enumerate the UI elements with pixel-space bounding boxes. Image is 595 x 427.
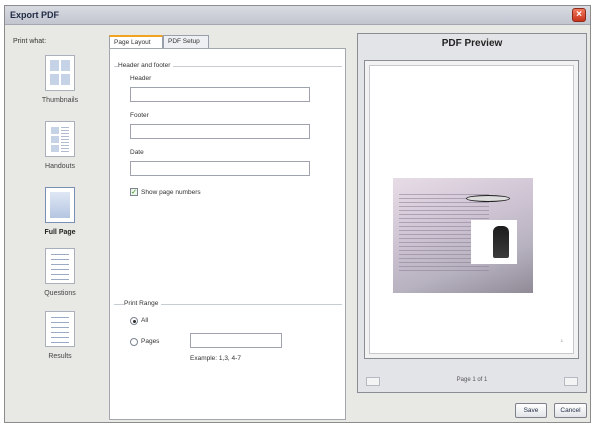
print-all-radio[interactable] (130, 317, 138, 325)
preview-page: 1 (369, 65, 574, 354)
print-option-thumbnails[interactable]: Thumbnails (25, 55, 95, 104)
header-input[interactable] (130, 87, 310, 102)
tab-label: Page Layout (114, 39, 151, 46)
tab-pdf-setup[interactable]: PDF Setup (163, 35, 209, 49)
questions-icon (45, 248, 75, 284)
handouts-icon (45, 121, 75, 157)
print-all-label: All (141, 317, 149, 324)
pages-input[interactable] (190, 333, 282, 348)
results-icon (45, 311, 75, 347)
thumbnails-icon (45, 55, 75, 91)
header-footer-group-title: Header and footer (118, 62, 174, 69)
pdf-preview-panel: PDF Preview 1 Page 1 of 1 (357, 33, 587, 393)
print-option-handouts[interactable]: Handouts (25, 121, 95, 170)
slide-callout-shape (466, 195, 510, 202)
print-option-questions[interactable]: Questions (25, 248, 95, 297)
tab-label: PDF Setup (168, 38, 200, 45)
print-what-label: Print what: (13, 38, 47, 45)
date-input[interactable] (130, 161, 310, 176)
close-button[interactable]: × (572, 8, 586, 22)
print-option-label: Handouts (45, 163, 75, 170)
window-title: Export PDF (10, 10, 60, 20)
title-bar: Export PDF × (5, 6, 590, 25)
cancel-button[interactable]: Cancel (554, 403, 587, 418)
print-option-label: Results (48, 353, 72, 360)
full-page-icon (45, 187, 75, 223)
footer-input[interactable] (130, 124, 310, 139)
preview-page-area: 1 (364, 60, 579, 359)
slide-picture (471, 220, 517, 264)
preview-page-number: 1 (560, 338, 563, 343)
preview-title: PDF Preview (441, 38, 503, 49)
print-pages-radio[interactable] (130, 338, 138, 346)
footer-label: Footer (130, 112, 149, 119)
show-page-numbers-label: Show page numbers (141, 189, 201, 196)
print-option-results[interactable]: Results (25, 311, 95, 360)
print-option-label: Questions (44, 290, 76, 297)
print-pages-label: Pages (141, 338, 160, 345)
print-range-group-title: Print Range (124, 300, 162, 307)
header-label: Header (130, 75, 152, 82)
print-option-label: Thumbnails (41, 97, 79, 104)
show-page-numbers-checkbox[interactable]: ✓ (130, 188, 138, 196)
export-pdf-dialog: Export PDF × Print what: Thumbnails Hand… (4, 5, 591, 423)
print-option-label: Full Page (44, 229, 76, 236)
print-option-full-page[interactable]: Full Page (25, 187, 95, 236)
slide-thumbnail (393, 178, 533, 293)
date-label: Date (130, 149, 144, 156)
pages-example-text: Example: 1,3, 4-7 (190, 355, 241, 362)
page-indicator: Page 1 of 1 (456, 377, 488, 383)
close-icon: × (576, 9, 582, 20)
save-button[interactable]: Save (515, 403, 547, 418)
next-page-button[interactable] (564, 377, 578, 386)
page-layout-panel: Header and footer Header Footer Date ✓ S… (109, 48, 346, 420)
